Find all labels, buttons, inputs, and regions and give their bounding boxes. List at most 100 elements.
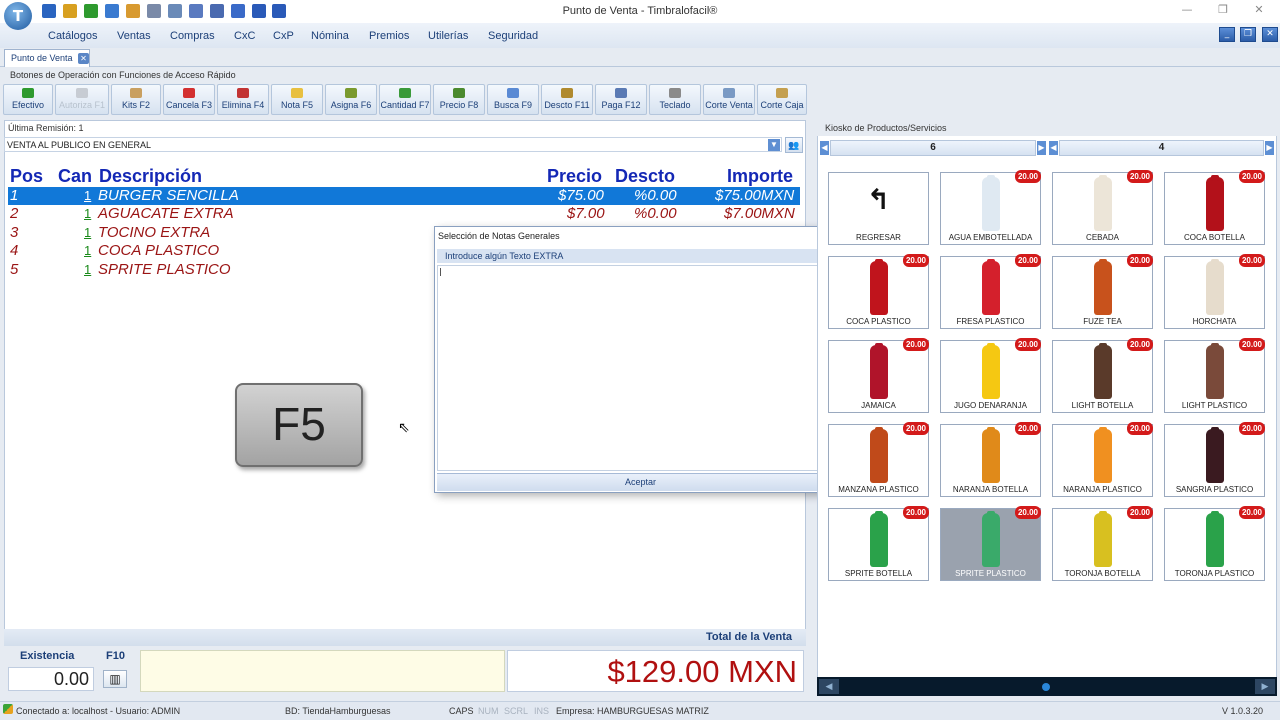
menu-ventas[interactable]: Ventas <box>117 30 151 42</box>
product-tile[interactable]: 20.00 AGUA EMBOTELLADA <box>940 170 1041 245</box>
efectivo-label: Efectivo <box>11 100 44 110</box>
tab-punto-de-venta[interactable]: Punto de Venta ✕ <box>4 49 90 67</box>
product-tile[interactable]: 20.00 HORCHATA <box>1164 254 1265 329</box>
elimina-button[interactable]: Elimina F4 <box>217 84 269 115</box>
menu-premios[interactable]: Premios <box>369 30 409 42</box>
barcode-icon[interactable]: ▥ <box>103 670 127 688</box>
product-tile[interactable]: 20.00 SPRITE PLASTICO <box>940 506 1041 581</box>
product-name: COCA BOTELLA <box>1184 233 1245 242</box>
product-tile[interactable]: 20.00 FRESA PLASTICO <box>940 254 1041 329</box>
extra-text-area[interactable] <box>437 265 844 471</box>
corte-caja-label: Corte Caja <box>760 100 804 110</box>
sale-row[interactable]: 2 1 AGUACATE EXTRA $7.00 %0.00 $7.00MXN <box>8 205 800 223</box>
corte-venta-label: Corte Venta <box>705 100 753 110</box>
page-right-icon[interactable]: ▶ <box>1037 141 1046 155</box>
mdi-minimize-button[interactable]: _ <box>1219 27 1235 42</box>
aceptar-button[interactable]: Aceptar <box>437 473 844 491</box>
row-pos: 3 <box>10 224 19 241</box>
product-tile[interactable]: 20.00 SPRITE BOTELLA <box>828 506 929 581</box>
cash-cut-icon <box>776 88 788 98</box>
price-badge: 20.00 <box>1014 254 1041 267</box>
nota-button[interactable]: Nota F5 <box>271 84 323 115</box>
product-tile[interactable]: 20.00 COCA BOTELLA <box>1164 170 1265 245</box>
row-qty[interactable]: 1 <box>84 188 91 203</box>
row-desc: TOCINO EXTRA <box>98 224 211 241</box>
menu-nomina[interactable]: Nómina <box>311 30 349 42</box>
price-badge: 20.00 <box>1238 338 1265 351</box>
product-code-input[interactable] <box>140 650 505 692</box>
existencia-label: Existencia <box>20 650 75 662</box>
product-tile-regresar[interactable]: ↰ REGRESAR <box>828 172 929 245</box>
menu-utilerias[interactable]: Utilerías <box>428 30 468 42</box>
category-pager-right[interactable]: 4 <box>1059 140 1264 156</box>
clients-icon[interactable]: 👥 <box>785 137 803 153</box>
product-tile[interactable]: 20.00 NARANJA BOTELLA <box>940 422 1041 497</box>
menu-cxp[interactable]: CxP <box>273 30 294 42</box>
row-qty[interactable]: 1 <box>84 243 91 258</box>
product-tile[interactable]: 20.00 CEBADA <box>1052 170 1153 245</box>
row-descto: %0.00 <box>634 187 677 204</box>
client-select[interactable]: VENTA AL PUBLICO EN GENERAL <box>4 137 782 152</box>
menu-catalogos[interactable]: Catálogos <box>48 30 98 42</box>
page-left-icon[interactable]: ◀ <box>1049 141 1058 155</box>
busca-button[interactable]: Busca F9 <box>487 84 539 115</box>
chevron-down-icon[interactable]: ▼ <box>768 139 780 151</box>
corte-venta-button[interactable]: Corte Venta <box>703 84 755 115</box>
client-value: VENTA AL PUBLICO EN GENERAL <box>7 140 152 150</box>
mdi-restore-button[interactable]: ❐ <box>1240 27 1256 42</box>
scroll-thumb[interactable] <box>1042 683 1050 691</box>
price-badge: 20.00 <box>1238 170 1265 183</box>
product-tile[interactable]: 20.00 JAMAICA <box>828 338 929 413</box>
menu-seguridad[interactable]: Seguridad <box>488 30 538 42</box>
descto-button[interactable]: Descto F11 <box>541 84 593 115</box>
product-tile[interactable]: 20.00 JUGO DENARANJA <box>940 338 1041 413</box>
paga-button[interactable]: Paga F12 <box>595 84 647 115</box>
precio-button[interactable]: Precio F8 <box>433 84 485 115</box>
row-qty[interactable]: 1 <box>84 225 91 240</box>
row-qty[interactable]: 1 <box>84 206 91 221</box>
mdi-close-button[interactable]: ✕ <box>1262 27 1278 42</box>
autoriza-button: Autoriza F1 <box>55 84 109 115</box>
efectivo-button[interactable]: Efectivo <box>3 84 53 115</box>
product-tile[interactable]: 20.00 LIGHT PLASTICO <box>1164 338 1265 413</box>
product-name: TORONJA PLASTICO <box>1174 569 1255 578</box>
row-desc: COCA PLASTICO <box>98 242 220 259</box>
corte-caja-button[interactable]: Corte Caja <box>757 84 807 115</box>
cancela-button[interactable]: Cancela F3 <box>163 84 215 115</box>
kits-button[interactable]: Kits F2 <box>111 84 161 115</box>
price-icon <box>453 88 465 98</box>
cancela-label: Cancela F3 <box>165 100 213 110</box>
row-desc: SPRITE PLASTICO <box>98 261 231 278</box>
product-tile[interactable]: 20.00 NARANJA PLASTICO <box>1052 422 1153 497</box>
product-name: CEBADA <box>1086 233 1119 242</box>
price-badge: 20.00 <box>1126 254 1153 267</box>
scroll-right-icon[interactable]: ▶ <box>1255 679 1275 694</box>
product-tile[interactable]: 20.00 FUZE TEA <box>1052 254 1153 329</box>
product-tile[interactable]: 20.00 LIGHT BOTELLA <box>1052 338 1153 413</box>
window-minimize-button[interactable]: — <box>1172 3 1202 19</box>
row-qty[interactable]: 1 <box>84 262 91 277</box>
category-pager-left[interactable]: 6 <box>830 140 1036 156</box>
product-name: SPRITE PLASTICO <box>955 569 1026 578</box>
last-remision: Última Remisión: 1 <box>8 123 84 133</box>
page-right-icon[interactable]: ▶ <box>1265 141 1274 155</box>
asigna-button[interactable]: Asigna F6 <box>325 84 377 115</box>
teclado-button[interactable]: Teclado <box>649 84 701 115</box>
product-tile[interactable]: 20.00 TORONJA BOTELLA <box>1052 506 1153 581</box>
product-tile[interactable]: 20.00 COCA PLASTICO <box>828 254 929 329</box>
menu-compras[interactable]: Compras <box>170 30 215 42</box>
product-tile[interactable]: 20.00 MANZANA PLASTICO <box>828 422 929 497</box>
tab-close-icon[interactable]: ✕ <box>78 53 89 64</box>
app-logo-icon[interactable]: T <box>4 2 32 30</box>
product-tile[interactable]: 20.00 SANGRIA PLASTICO <box>1164 422 1265 497</box>
f5-key-overlay: F5 <box>235 383 363 467</box>
bottle-icon <box>870 511 888 567</box>
menu-cxc[interactable]: CxC <box>234 30 255 42</box>
page-left-icon[interactable]: ◀ <box>820 141 829 155</box>
product-tile[interactable]: 20.00 TORONJA PLASTICO <box>1164 506 1265 581</box>
cantidad-button[interactable]: Cantidad F7 <box>379 84 431 115</box>
window-close-button[interactable]: ✕ <box>1244 3 1274 19</box>
scroll-left-icon[interactable]: ◀ <box>819 679 839 694</box>
sale-row[interactable]: 1 1 BURGER SENCILLA $75.00 %0.00 $75.00M… <box>8 187 800 205</box>
window-restore-button[interactable]: ❐ <box>1208 3 1238 19</box>
